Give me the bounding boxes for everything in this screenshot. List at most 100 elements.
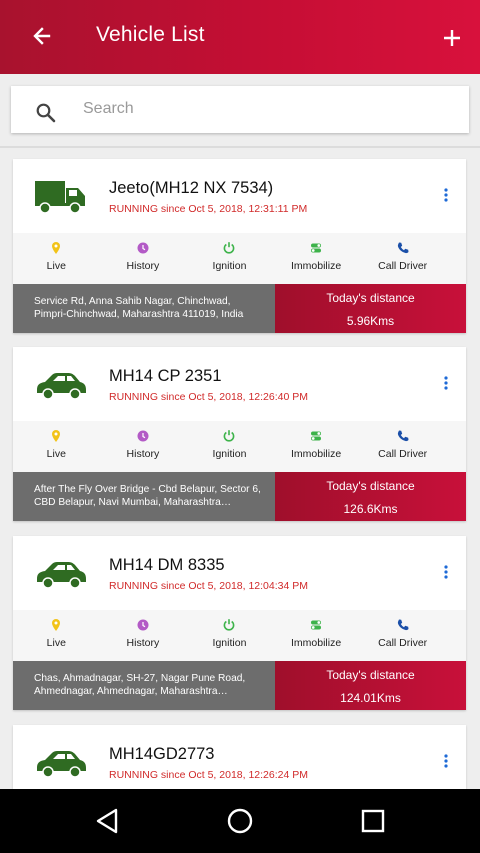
system-nav-bar	[0, 789, 480, 853]
toggle-icon	[311, 620, 322, 630]
action-label: Immobilize	[290, 448, 342, 460]
address-text: Chas, Ahmadnagar, SH-27, Nagar Pune Road…	[34, 673, 246, 697]
vehicle-name: MH14 CP 2351	[109, 367, 222, 385]
action-label: Call Driver	[378, 448, 428, 460]
history-icon	[137, 619, 149, 631]
vehicle-status: RUNNING since Oct 5, 2018, 12:26:24 PM	[109, 769, 309, 781]
action-label: Live	[46, 260, 66, 272]
action-label: Call Driver	[378, 260, 428, 272]
back-button[interactable]	[26, 20, 58, 52]
car-icon	[37, 562, 86, 589]
ignition-button[interactable]: Ignition	[186, 421, 273, 472]
immobilize-button[interactable]: Immobilize	[273, 610, 360, 661]
live-button[interactable]: Live	[13, 610, 100, 661]
call-driver-button[interactable]: Call Driver	[359, 421, 446, 472]
live-button[interactable]: Live	[13, 421, 100, 472]
distance-label: Today's distance	[326, 668, 415, 682]
vehicle-address: Service Rd, Anna Sahib Nagar, Chinchwad,…	[13, 284, 275, 333]
ignition-button[interactable]: Ignition	[186, 610, 273, 661]
vehicle-footer: Chas, Ahmadnagar, SH-27, Nagar Pune Road…	[13, 661, 466, 710]
distance-value: 124.01Kms	[340, 691, 401, 705]
action-label: History	[126, 260, 160, 272]
action-label: Ignition	[212, 637, 247, 649]
phone-icon	[397, 619, 409, 631]
plus-icon	[444, 30, 460, 46]
location-pin-icon	[52, 430, 61, 442]
vehicle-card-header[interactable]: Jeeto(MH12 NX 7534) RUNNING since Oct 5, …	[13, 159, 466, 233]
history-icon	[137, 242, 149, 254]
vehicle-card[interactable]: Jeeto(MH12 NX 7534) RUNNING since Oct 5, …	[13, 159, 466, 333]
power-icon	[224, 430, 235, 442]
vehicle-actions: Live History Ignition Immobilize Call Driver	[13, 610, 466, 661]
more-vert-icon[interactable]	[439, 562, 453, 582]
call-driver-button[interactable]: Call Driver	[359, 233, 446, 284]
vehicle-name: MH14GD2773	[109, 745, 215, 763]
more-vert-icon[interactable]	[439, 751, 453, 771]
toggle-icon	[311, 243, 322, 253]
immobilize-button[interactable]: Immobilize	[273, 421, 360, 472]
action-label: Ignition	[212, 260, 247, 272]
vehicle-status: RUNNING since Oct 5, 2018, 12:31:11 PM	[109, 203, 308, 215]
vehicle-card[interactable]: MH14GD2773 RUNNING since Oct 5, 2018, 12:…	[13, 725, 466, 789]
vehicle-footer: After The Fly Over Bridge - Cbd Belapur,…	[13, 472, 466, 521]
history-button[interactable]: History	[100, 233, 187, 284]
vehicle-name: Jeeto(MH12 NX 7534)	[109, 179, 274, 197]
divider	[0, 146, 480, 148]
vehicle-address: Chas, Ahmadnagar, SH-27, Nagar Pune Road…	[13, 661, 275, 710]
history-button[interactable]: History	[100, 610, 187, 661]
action-label: History	[126, 637, 160, 649]
vehicle-card-header[interactable]: MH14 CP 2351 RUNNING since Oct 5, 2018, 1…	[13, 347, 466, 421]
phone-icon	[397, 430, 409, 442]
todays-distance: Today's distance 126.6Kms	[275, 472, 466, 521]
distance-label: Today's distance	[326, 479, 415, 493]
distance-label: Today's distance	[326, 291, 415, 305]
live-button[interactable]: Live	[13, 233, 100, 284]
location-pin-icon	[52, 242, 61, 254]
ignition-button[interactable]: Ignition	[186, 233, 273, 284]
distance-value: 126.6Kms	[343, 502, 398, 516]
search-input[interactable]	[83, 94, 453, 124]
immobilize-button[interactable]: Immobilize	[273, 233, 360, 284]
action-label: Live	[46, 448, 66, 460]
search-icon	[36, 103, 56, 123]
todays-distance: Today's distance 5.96Kms	[275, 284, 466, 333]
add-vehicle-button[interactable]	[436, 22, 468, 54]
car-icon	[37, 373, 86, 400]
more-vert-icon[interactable]	[439, 185, 453, 205]
triangle-back-icon[interactable]	[92, 806, 122, 836]
vehicle-actions: Live History Ignition Immobilize Call Driver	[13, 421, 466, 472]
power-icon	[224, 242, 235, 254]
address-text: After The Fly Over Bridge - Cbd Belapur,…	[34, 484, 261, 508]
app-bar: Vehicle List	[0, 0, 480, 74]
phone-icon	[397, 242, 409, 254]
more-vert-icon[interactable]	[439, 373, 453, 393]
action-label: Live	[46, 637, 66, 649]
action-label: History	[126, 448, 160, 460]
vehicle-status: RUNNING since Oct 5, 2018, 12:04:34 PM	[109, 580, 309, 592]
vehicle-status: RUNNING since Oct 5, 2018, 12:26:40 PM	[109, 391, 309, 403]
location-pin-icon	[52, 619, 61, 631]
truck-icon	[35, 181, 85, 214]
vehicle-card[interactable]: MH14 DM 8335 RUNNING since Oct 5, 2018, 1…	[13, 536, 466, 710]
vehicle-card-header[interactable]: MH14GD2773 RUNNING since Oct 5, 2018, 12:…	[13, 725, 466, 799]
action-label: Immobilize	[290, 637, 342, 649]
square-recents-icon[interactable]	[358, 806, 388, 836]
action-label: Immobilize	[290, 260, 342, 272]
history-button[interactable]: History	[100, 421, 187, 472]
vehicle-footer: Service Rd, Anna Sahib Nagar, Chinchwad,…	[13, 284, 466, 333]
history-icon	[137, 430, 149, 442]
arrow-left-icon	[33, 27, 51, 45]
vehicle-card[interactable]: MH14 CP 2351 RUNNING since Oct 5, 2018, 1…	[13, 347, 466, 521]
page-title: Vehicle List	[96, 23, 205, 46]
todays-distance: Today's distance 124.01Kms	[275, 661, 466, 710]
distance-value: 5.96Kms	[346, 314, 395, 328]
toggle-icon	[311, 431, 322, 441]
vehicle-actions: Live History Ignition Immobilize Call Driver	[13, 233, 466, 284]
power-icon	[224, 619, 235, 631]
call-driver-button[interactable]: Call Driver	[359, 610, 446, 661]
vehicle-card-header[interactable]: MH14 DM 8335 RUNNING since Oct 5, 2018, 1…	[13, 536, 466, 610]
action-label: Ignition	[212, 448, 247, 460]
circle-home-icon[interactable]	[225, 806, 255, 836]
search-bar	[11, 86, 469, 133]
car-icon	[37, 751, 86, 778]
